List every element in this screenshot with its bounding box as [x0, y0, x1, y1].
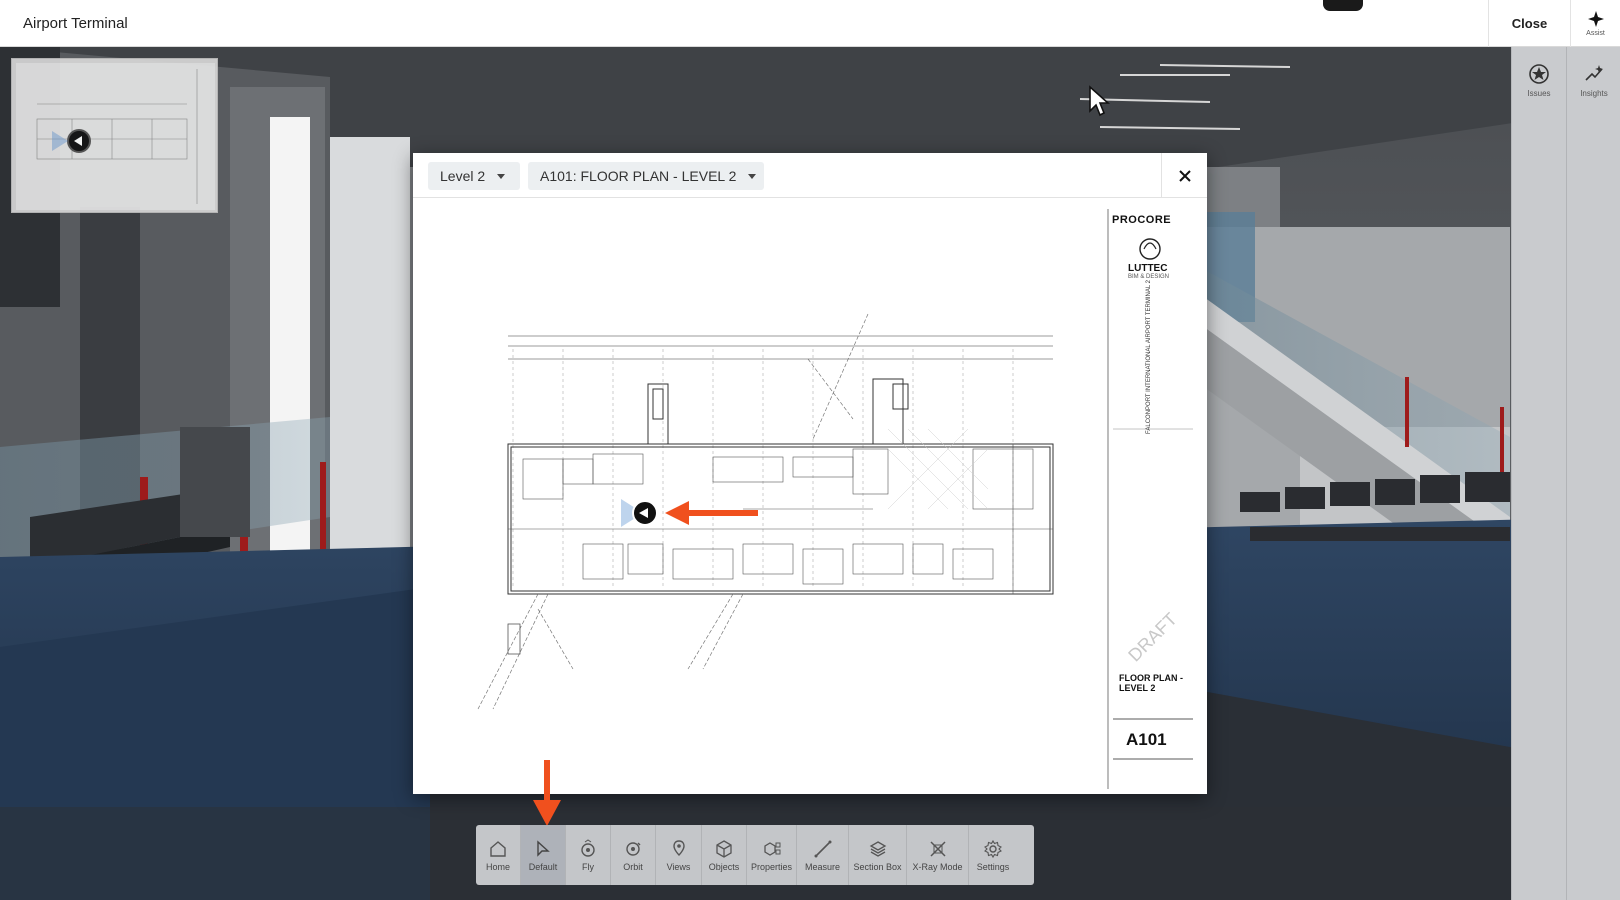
- right-rail: Issues Insights: [1511, 47, 1620, 900]
- properties-icon: [763, 841, 780, 856]
- procore-logo: PROCORE: [1112, 214, 1172, 226]
- default-tool-label: Default: [528, 861, 558, 872]
- page-title: Airport Terminal: [23, 15, 128, 32]
- floor-plan-drawing: [477, 209, 1193, 789]
- firm-logo-text: LUTTEC: [1128, 263, 1168, 274]
- level-dropdown-value: Level 2: [440, 168, 486, 184]
- ruler-icon: [814, 840, 831, 857]
- objects-tool[interactable]: Objects: [702, 825, 747, 885]
- annotation-arrow: [533, 760, 561, 826]
- cursor-icon: [537, 839, 550, 857]
- home-tool[interactable]: Home: [476, 825, 521, 885]
- minimap[interactable]: [11, 58, 218, 213]
- properties-tool[interactable]: Properties: [747, 825, 797, 885]
- modal-close-button[interactable]: [1161, 153, 1207, 198]
- sheet-number: A101: [1126, 730, 1167, 749]
- mouse-cursor-icon: [1089, 85, 1110, 117]
- close-button[interactable]: Close: [1488, 0, 1570, 47]
- measure-tool[interactable]: Measure: [797, 825, 849, 885]
- sheet-dropdown[interactable]: A101: FLOOR PLAN - LEVEL 2: [528, 162, 764, 190]
- home-tool-label: Home: [485, 861, 510, 872]
- objects-tool-label: Objects: [708, 861, 740, 872]
- default-tool[interactable]: Default: [521, 825, 566, 885]
- section-box-tool[interactable]: Section Box: [849, 825, 907, 885]
- sheet-title: FLOOR PLAN - LEVEL 2: [1119, 673, 1183, 693]
- xray-mode-tool[interactable]: X-Ray Mode: [907, 825, 969, 885]
- rail-divider: [1566, 47, 1567, 900]
- orbit-tool-label: Orbit: [623, 861, 643, 872]
- level-dropdown[interactable]: Level 2: [428, 162, 520, 190]
- section-box-icon: [869, 840, 886, 857]
- issues-label: Issues: [1527, 88, 1551, 98]
- floor-plan-sheet[interactable]: PROCORE LUTTEC BIM & DESIGN FALCONPORT I…: [413, 199, 1207, 794]
- settings-tool-label: Settings: [976, 861, 1010, 872]
- fly-tool-label: Fly: [582, 861, 594, 872]
- orbit-icon: [626, 841, 641, 856]
- views-tool-label: Views: [666, 861, 691, 872]
- settings-tool[interactable]: Settings: [969, 825, 1017, 885]
- project-name: FALCONPORT INTERNATIONAL AIRPORT TERMINA…: [1146, 280, 1152, 434]
- issues-button[interactable]: Issues: [1512, 51, 1566, 109]
- properties-tool-label: Properties: [750, 861, 793, 872]
- measure-tool-label: Measure: [804, 861, 840, 872]
- insights-button[interactable]: Insights: [1567, 51, 1620, 109]
- gear-icon: [984, 839, 1002, 858]
- xray-icon: [929, 840, 946, 857]
- sparkle-icon: [1587, 11, 1604, 27]
- xray-mode-tool-label: X-Ray Mode: [912, 861, 963, 872]
- viewer-toolbar: Home Default Fly Orbit Views Objects Pro…: [476, 825, 1034, 885]
- home-icon: [490, 840, 506, 857]
- sheet-dropdown-value: A101: FLOOR PLAN - LEVEL 2: [540, 168, 737, 184]
- assist-button[interactable]: Assist: [1570, 0, 1620, 47]
- close-icon: [1178, 169, 1191, 182]
- top-bar: Airport Terminal Close Assist: [0, 0, 1620, 47]
- modal-header: Level 2 A101: FLOOR PLAN - LEVEL 2: [413, 153, 1207, 198]
- section-box-tool-label: Section Box: [853, 861, 902, 872]
- sheet-viewer-modal: Level 2 A101: FLOOR PLAN - LEVEL 2 PROCO…: [413, 153, 1207, 794]
- issues-icon: [1529, 63, 1549, 84]
- fly-icon: [581, 838, 595, 857]
- assist-label: Assist: [1586, 30, 1605, 37]
- insights-label: Insights: [1580, 88, 1608, 98]
- top-handle[interactable]: [1323, 0, 1363, 11]
- insights-icon: [1585, 64, 1603, 81]
- chevron-down-icon: [497, 173, 506, 179]
- chevron-down-icon: [748, 173, 757, 179]
- map-pin-icon: [672, 839, 685, 856]
- cube-icon: [716, 839, 732, 858]
- orbit-tool[interactable]: Orbit: [611, 825, 656, 885]
- fly-tool[interactable]: Fly: [566, 825, 611, 885]
- minimap-sheet: [16, 63, 215, 210]
- views-tool[interactable]: Views: [656, 825, 702, 885]
